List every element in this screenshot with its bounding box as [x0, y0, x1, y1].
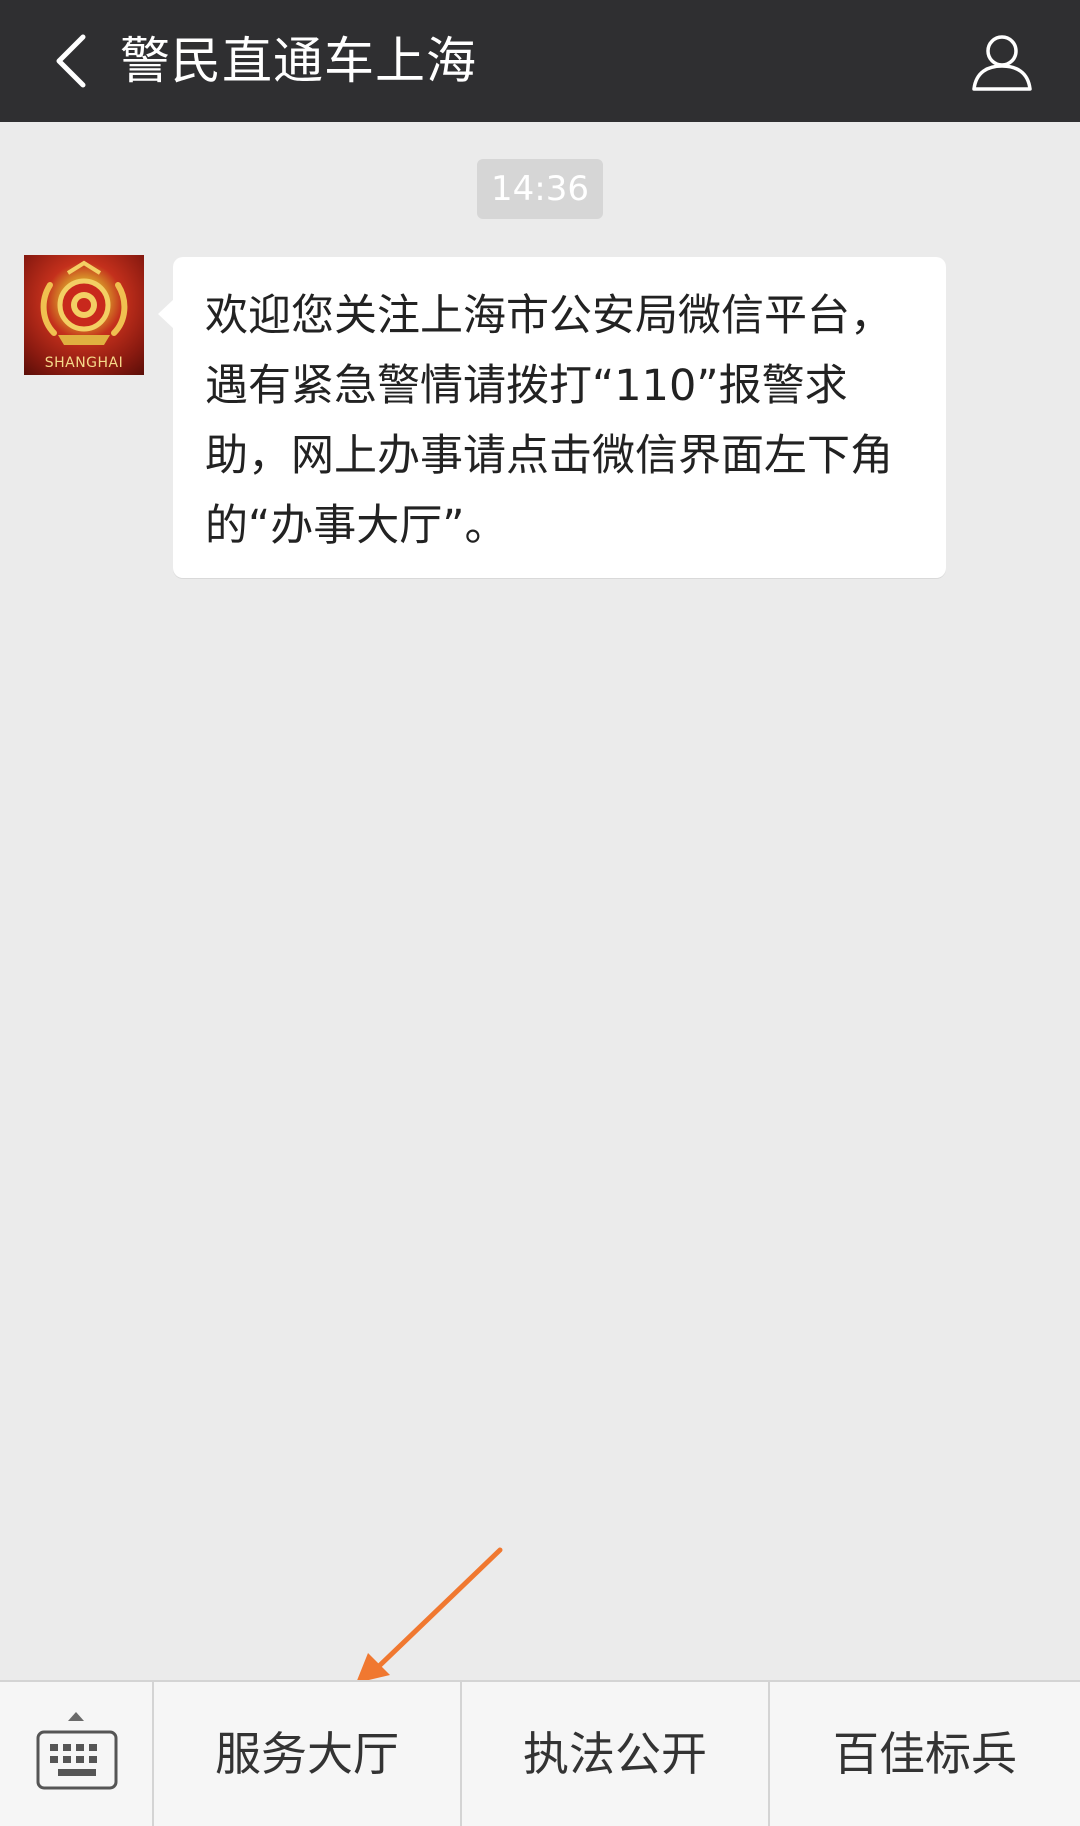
user-icon	[972, 35, 1032, 91]
message-timestamp: 14:36	[477, 159, 603, 219]
avatar-caption: SHANGHAI	[44, 355, 124, 371]
bottom-menu-bar: 服务大厅 执法公开 百佳标兵	[0, 1680, 1080, 1826]
chat-title: 警民直通车上海	[120, 32, 477, 90]
back-button[interactable]	[28, 18, 114, 104]
chat-screen: 警民直通车上海 14:36 SHANGHAI 欢迎您关注上海市公安局微信平台，遇…	[0, 0, 1080, 1826]
avatar[interactable]: SHANGHAI	[24, 255, 144, 375]
caret-up-icon	[68, 1712, 84, 1721]
message-list[interactable]: 14:36 SHANGHAI 欢迎您关注上海市公安局微信平台，遇有紧急警情请拨打…	[0, 122, 1080, 1680]
menu-item-top-hundred[interactable]: 百佳标兵	[770, 1682, 1080, 1826]
menu-item-law-enforcement[interactable]: 执法公开	[462, 1682, 770, 1826]
profile-button[interactable]	[954, 14, 1050, 110]
top-bar: 警民直通车上海	[0, 0, 1080, 122]
chevron-left-icon	[56, 34, 86, 88]
police-emblem-icon	[40, 260, 128, 345]
menu-item-service-hall[interactable]: 服务大厅	[154, 1682, 462, 1826]
message-bubble[interactable]: 欢迎您关注上海市公安局微信平台，遇有紧急警情请拨打“110”报警求助，网上办事请…	[173, 257, 946, 578]
keyboard-toggle-button[interactable]	[0, 1682, 154, 1826]
keyboard-icon	[36, 1730, 118, 1790]
